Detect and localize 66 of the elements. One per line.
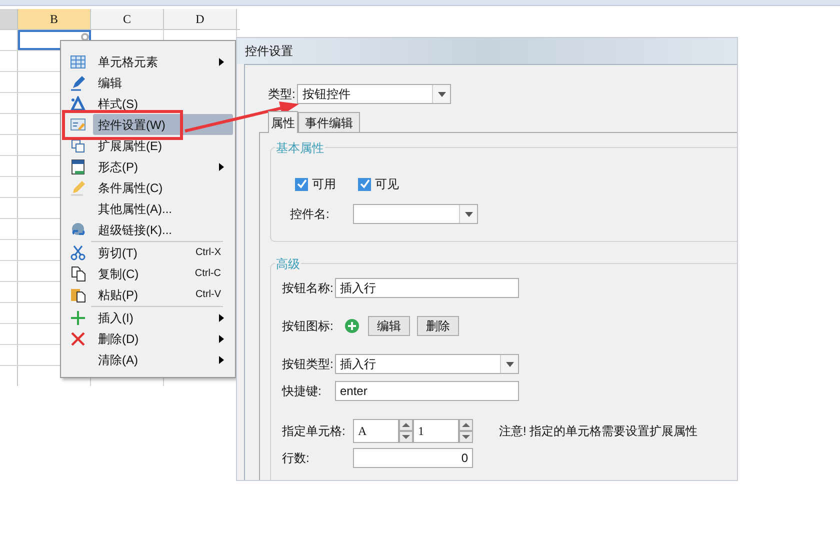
column-header[interactable]: D (164, 9, 237, 29)
paste-icon (70, 286, 86, 302)
caret-icon (464, 212, 472, 216)
menu-item[interactable]: 粘贴(P) Ctrl-V (93, 284, 233, 305)
field-label: 行数: (282, 450, 310, 467)
menu-item[interactable]: 删除(D) (93, 328, 233, 349)
menu-item[interactable]: 超级链接(K)... (93, 219, 233, 240)
note-text: 注意! 指定的单元格需要设置扩展属性 (499, 423, 698, 440)
tab[interactable]: 事件编辑 (298, 112, 360, 132)
cut-icon (70, 244, 86, 260)
column-field[interactable]: A (353, 419, 399, 443)
field-label: 按钮类型: (282, 356, 334, 373)
checkbox[interactable]: 可用 (295, 175, 336, 193)
form-icon (70, 116, 86, 132)
spin-down-button[interactable] (459, 431, 473, 443)
button-name-field[interactable]: 插入行 (335, 278, 519, 298)
check-icon[interactable] (358, 178, 371, 190)
tab[interactable]: 属性 (268, 111, 298, 133)
menu-item[interactable]: 样式(S) (93, 93, 233, 114)
row-count-field[interactable]: 0 (353, 448, 473, 468)
field-label: 类型: (268, 86, 296, 103)
edit-button[interactable]: 编辑 (368, 316, 410, 336)
grid-icon (70, 54, 86, 70)
field-label: 指定单元格: (282, 423, 346, 440)
check-icon[interactable] (295, 178, 308, 190)
menu-item[interactable]: 复制(C) Ctrl-C (93, 263, 233, 284)
pencil-icon (70, 74, 86, 90)
control-name-dropdown[interactable] (353, 204, 478, 224)
caret-icon (506, 362, 514, 366)
menu-item[interactable]: 其他属性(A)... (93, 198, 233, 219)
menu-item[interactable]: 剪切(T) Ctrl-X (93, 242, 233, 263)
menu-item[interactable]: 条件属性(C) (93, 177, 233, 198)
delete-button[interactable]: 删除 (417, 316, 459, 336)
column-header[interactable]: B (18, 9, 91, 29)
menu-item[interactable]: 编辑 (93, 72, 233, 93)
layers-icon (70, 138, 86, 154)
field-label: 控件名: (290, 206, 330, 223)
checkbox[interactable]: 可见 (358, 175, 399, 193)
plus-icon (70, 310, 86, 326)
menu-item[interactable]: 单元格元素 (93, 51, 233, 72)
section-title: 基本属性 (275, 139, 325, 157)
field-label: 按钮名称: (282, 280, 334, 297)
field-label: 按钮图标: (282, 318, 334, 335)
menu-item[interactable]: 形态(P) (93, 156, 233, 177)
link-icon (70, 222, 86, 238)
menu-item[interactable]: 清除(A) (93, 349, 233, 370)
copy-icon (70, 266, 86, 282)
menu-item[interactable]: 控件设置(W) (93, 114, 233, 135)
shortcut-field[interactable]: enter (335, 381, 519, 401)
window-icon (70, 158, 86, 174)
delete-icon (70, 330, 86, 346)
add-icon[interactable] (345, 319, 359, 333)
menu-item[interactable]: 扩展属性(E) (93, 135, 233, 156)
caret-icon (438, 92, 446, 96)
pencil-icon (70, 180, 86, 196)
row-field[interactable]: 1 (413, 419, 459, 443)
spin-up-button[interactable] (399, 419, 413, 431)
window-title: 控件设置 (245, 43, 293, 60)
triangle-icon (70, 96, 86, 112)
column-header[interactable]: C (91, 9, 164, 29)
button-type-dropdown[interactable]: 插入行 (335, 354, 519, 374)
field-label: 快捷键: (282, 383, 322, 400)
type-dropdown[interactable]: 按钮控件 (297, 84, 452, 104)
spin-up-button[interactable] (459, 419, 473, 431)
menu-item[interactable]: 插入(I) (93, 307, 233, 328)
spin-down-button[interactable] (399, 431, 413, 443)
